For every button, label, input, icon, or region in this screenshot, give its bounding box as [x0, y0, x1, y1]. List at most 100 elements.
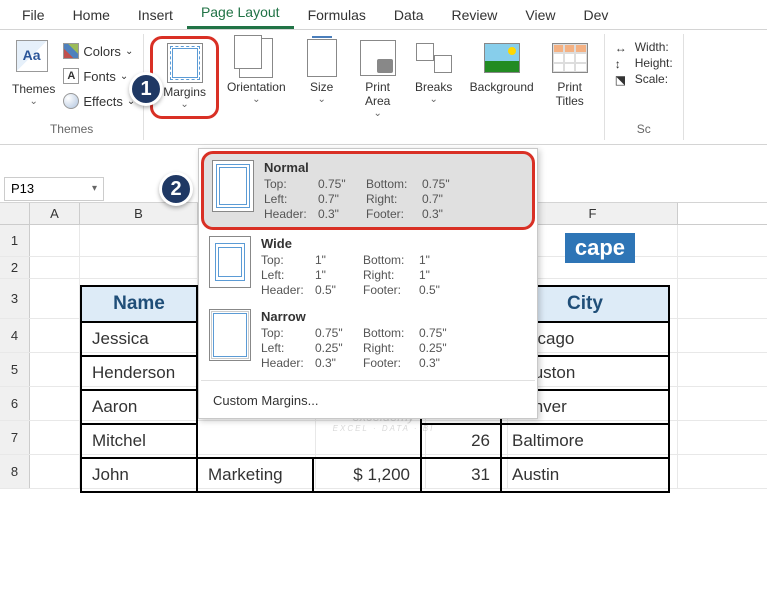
themes-button[interactable]: Aa Themes ⌄	[6, 36, 61, 111]
fonts-label: Fonts	[83, 69, 116, 84]
background-button[interactable]: Background	[462, 36, 542, 98]
fonts-button[interactable]: A Fonts ⌄	[63, 65, 135, 87]
row-header[interactable]: 7	[0, 421, 30, 454]
cell-name[interactable]: Jessica	[81, 322, 197, 356]
row-header[interactable]: 4	[0, 319, 30, 352]
cell[interactable]	[30, 279, 80, 318]
tab-data[interactable]: Data	[380, 1, 438, 29]
label: Header:	[261, 283, 315, 297]
ribbon-tabs: File Home Insert Page Layout Formulas Da…	[0, 0, 767, 30]
row-header[interactable]: 3	[0, 279, 30, 318]
cell[interactable]	[80, 225, 198, 256]
cell[interactable]	[197, 424, 313, 458]
cell-name[interactable]: John	[81, 458, 197, 492]
margins-option-wide[interactable]: Wide Top:1"Bottom:1" Left:1"Right:1" Hea…	[201, 230, 535, 303]
separator	[201, 380, 535, 381]
cell-city[interactable]: Austin	[501, 458, 669, 492]
cell-name[interactable]: Mitchel	[81, 424, 197, 458]
chevron-down-icon: ▾	[92, 183, 97, 194]
cell-sal[interactable]: $ 1,200	[313, 458, 421, 492]
row-header[interactable]: 1	[0, 225, 30, 256]
themes-icon: Aa	[16, 40, 52, 76]
tab-view[interactable]: View	[511, 1, 569, 29]
cell[interactable]	[30, 353, 80, 386]
tab-developer[interactable]: Dev	[570, 1, 623, 29]
table-header-name: Name	[81, 286, 197, 322]
print-area-icon	[360, 40, 396, 76]
cell[interactable]	[30, 225, 80, 256]
colors-button[interactable]: Colors⌄	[63, 40, 135, 62]
scale-option[interactable]: ⬔Scale:	[615, 72, 673, 86]
cell[interactable]	[80, 257, 198, 278]
print-titles-button[interactable]: Print Titles	[542, 36, 598, 112]
margins-button[interactable]: Margins ⌄	[155, 41, 214, 114]
colors-label: Colors	[83, 44, 121, 59]
margins-option-normal[interactable]: Normal Top:0.75"Bottom:0.75" Left:0.7"Ri…	[201, 151, 535, 230]
row-header[interactable]: 2	[0, 257, 30, 278]
colors-icon	[63, 43, 79, 59]
cell-dept[interactable]: Marketing	[197, 458, 313, 492]
margins-normal-title: Normal	[264, 160, 524, 175]
background-icon	[484, 43, 520, 73]
cell[interactable]	[30, 455, 80, 488]
label: Left:	[261, 268, 315, 282]
print-area-button[interactable]: Print Area ⌄	[350, 36, 406, 123]
tab-home[interactable]: Home	[59, 1, 124, 29]
cell-name[interactable]: Henderson	[81, 356, 197, 390]
row-header[interactable]: 8	[0, 455, 30, 488]
cell[interactable]	[30, 387, 80, 420]
cell-age[interactable]: 26	[421, 424, 501, 458]
label: Bottom:	[366, 177, 422, 191]
value: 0.7"	[422, 192, 466, 206]
margins-wide-icon	[209, 236, 251, 288]
value: 0.75"	[318, 177, 366, 191]
label: Top:	[264, 177, 318, 191]
tab-file[interactable]: File	[8, 1, 59, 29]
tab-page-layout[interactable]: Page Layout	[187, 0, 294, 29]
custom-margins-button[interactable]: Custom Margins...	[201, 385, 535, 416]
cell-name[interactable]: Aaron	[81, 390, 197, 424]
select-all-corner[interactable]	[0, 203, 30, 224]
margins-label: Margins	[163, 85, 206, 99]
scale-group-label: Sc	[611, 120, 677, 138]
label: Right:	[363, 341, 419, 355]
margins-option-narrow[interactable]: Narrow Top:0.75"Bottom:0.75" Left:0.25"R…	[201, 303, 535, 376]
header-badge: cape	[565, 233, 635, 263]
fonts-icon: A	[63, 68, 79, 84]
row-header[interactable]: 6	[0, 387, 30, 420]
cell[interactable]	[30, 421, 80, 454]
value: 0.25"	[315, 341, 363, 355]
cell[interactable]	[313, 424, 421, 458]
value: 1"	[419, 253, 463, 267]
tab-formulas[interactable]: Formulas	[294, 1, 380, 29]
margins-icon	[167, 43, 203, 83]
effects-button[interactable]: Effects⌄	[63, 90, 135, 112]
cell[interactable]	[30, 319, 80, 352]
breaks-button[interactable]: Breaks ⌄	[406, 36, 462, 109]
scale-icon: ⬔	[615, 73, 631, 85]
label: Footer:	[366, 207, 422, 221]
name-box[interactable]: P13▾	[4, 177, 104, 201]
size-button[interactable]: Size ⌄	[294, 36, 350, 109]
ribbon: Aa Themes ⌄ Colors⌄ AFonts⌄ Effects⌄ The…	[0, 30, 767, 145]
row-header[interactable]: 5	[0, 353, 30, 386]
width-label: Width:	[635, 40, 669, 54]
tab-insert[interactable]: Insert	[124, 1, 187, 29]
col-header-a[interactable]: A	[30, 203, 80, 224]
print-area-label: Print Area	[365, 80, 390, 108]
print-titles-icon	[552, 43, 588, 73]
chevron-down-icon: ⌄	[120, 71, 128, 82]
col-header-b[interactable]: B	[80, 203, 198, 224]
orientation-label: Orientation	[227, 80, 286, 94]
cell[interactable]	[30, 257, 80, 278]
chevron-down-icon: ⌄	[429, 94, 437, 105]
cell-city[interactable]: Baltimore	[501, 424, 669, 458]
themes-group-label: Themes	[6, 120, 137, 138]
tab-review[interactable]: Review	[438, 1, 512, 29]
height-option[interactable]: ↕Height:	[615, 56, 673, 70]
label: Right:	[366, 192, 422, 206]
label: Left:	[264, 192, 318, 206]
width-option[interactable]: ↔Width:	[615, 40, 673, 54]
orientation-button[interactable]: Orientation ⌄	[219, 36, 294, 109]
cell-age[interactable]: 31	[421, 458, 501, 492]
